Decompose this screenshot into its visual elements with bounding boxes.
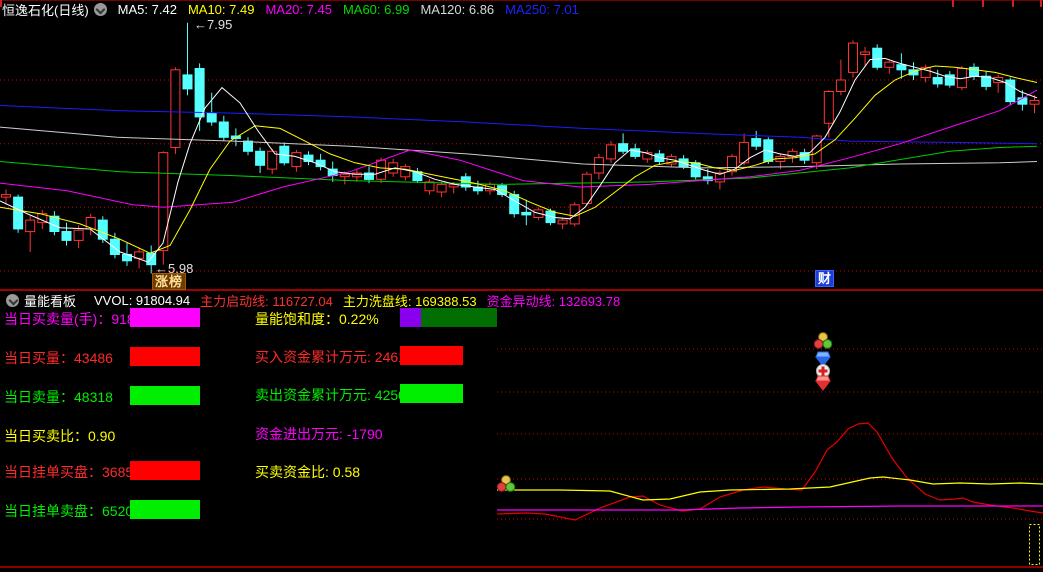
- indicator-header: 量能看板 VVOL: 91804.94 主力启动线: 116727.04 主力洗…: [6, 293, 621, 309]
- ma5-label: MA5: 7.42: [117, 2, 177, 17]
- chart-title: 恒逸石化(日线): [2, 3, 89, 18]
- indicator-line: [497, 505, 1043, 511]
- stat-row: 当日买量：43486: [4, 348, 113, 368]
- ma250-label: MA250: 7.01: [505, 2, 579, 17]
- frame-tick: [952, 0, 954, 7]
- vvol-value: VVOL: 91804.94: [94, 293, 191, 308]
- gauge-segment: [400, 384, 463, 403]
- gauge-segment: [421, 308, 497, 327]
- chevron-down-icon[interactable]: [93, 3, 107, 16]
- stat-label: 量能饱和度：: [255, 311, 339, 327]
- cursor-box[interactable]: [1029, 524, 1040, 565]
- ma60-label: MA60: 6.99: [342, 2, 410, 17]
- stat-label: 当日卖量：: [4, 389, 74, 405]
- balls-cluster-icon: [496, 475, 516, 492]
- stat-gauge-bar: [400, 346, 463, 365]
- gauge-segment: [130, 386, 200, 405]
- frame-tick: [1040, 0, 1042, 7]
- balls-cluster-icon: [813, 332, 833, 349]
- stat-value: 0.58: [332, 464, 361, 480]
- stat-gauge-bar: [130, 386, 200, 405]
- chevron-down-icon[interactable]: [6, 294, 19, 307]
- stat-label: 资金进出万元:: [255, 426, 347, 442]
- stat-value: 0.90: [88, 428, 116, 444]
- blue-gem-icon: [814, 351, 832, 367]
- stat-label: 买入资金累计万元:: [255, 349, 375, 365]
- high-price-label: ←7.95: [194, 17, 233, 32]
- surge-tag-badge[interactable]: 涨榜: [152, 273, 187, 290]
- stat-row: 当日挂单卖盘：65201: [4, 501, 141, 521]
- gauge-segment: [130, 500, 200, 519]
- stat-label: 卖出资金累计万元:: [255, 387, 375, 403]
- frame-tick: [1012, 0, 1014, 7]
- red-gem-icon: [814, 375, 832, 391]
- stat-value: 43486: [74, 350, 113, 366]
- gauge-segment: [130, 308, 200, 327]
- stat-label: 当日挂单卖盘：: [4, 503, 102, 519]
- stat-row: 买卖资金比: 0.58: [255, 462, 360, 482]
- ma20-label: MA20: 7.45: [265, 2, 332, 17]
- stat-gauge-bar: [130, 347, 200, 366]
- top-frame-line: [0, 0, 1043, 1]
- stat-gauge-bar: [400, 308, 497, 327]
- ma10-label: MA10: 7.49: [187, 2, 255, 17]
- stat-label: 当日买卖量(手)：: [4, 311, 112, 327]
- stat-row: 当日买卖比：0.90: [4, 426, 115, 446]
- indicator-title: 量能看板: [24, 294, 77, 309]
- gauge-segment: [130, 347, 200, 366]
- frame-tick: [982, 0, 984, 7]
- app-window: 恒逸石化(日线) MA5: 7.42 MA10: 7.49 MA20: 7.45…: [0, 0, 1043, 572]
- stat-gauge-bar: [400, 384, 463, 403]
- fund-anomaly-line-value: 资金异动线: 132693.78: [486, 294, 621, 309]
- stat-row: 资金进出万元: -1790: [255, 424, 383, 444]
- stat-label: 买卖资金比:: [255, 464, 333, 480]
- main-start-line-value: 主力启动线: 116727.04: [200, 294, 333, 309]
- stat-value: 48318: [74, 389, 113, 405]
- stat-gauge-bar: [130, 500, 200, 519]
- stat-value: 0.22%: [339, 311, 379, 327]
- stat-row: 当日挂单买盘：36855: [4, 462, 141, 482]
- ma120-label: MA120: 6.86: [420, 2, 495, 17]
- stat-row: 当日买卖量(手)：91805: [4, 309, 150, 329]
- stat-value: -1790: [346, 426, 383, 442]
- stat-label: 当日挂单买盘：: [4, 464, 102, 480]
- indicator-line: [497, 476, 1043, 501]
- stat-row: 量能饱和度：0.22%: [255, 309, 379, 329]
- stat-label: 当日买卖比：: [4, 428, 88, 444]
- stat-gauge-bar: [130, 308, 200, 327]
- stat-row: 当日卖量：48318: [4, 387, 113, 407]
- stat-label: 当日买量：: [4, 350, 74, 366]
- gauge-segment: [130, 461, 200, 480]
- stat-gauge-bar: [130, 461, 200, 480]
- stat-row: 卖出资金累计万元: 4250: [255, 385, 406, 405]
- main-chart-header: 恒逸石化(日线) MA5: 7.42 MA10: 7.49 MA20: 7.45…: [2, 2, 579, 18]
- stat-row: 买入资金累计万元: 2461: [255, 347, 406, 367]
- cai-marker-badge[interactable]: 财: [815, 270, 835, 287]
- gauge-segment: [400, 346, 463, 365]
- bottom-frame-line: [0, 566, 1043, 568]
- gauge-segment: [400, 308, 421, 327]
